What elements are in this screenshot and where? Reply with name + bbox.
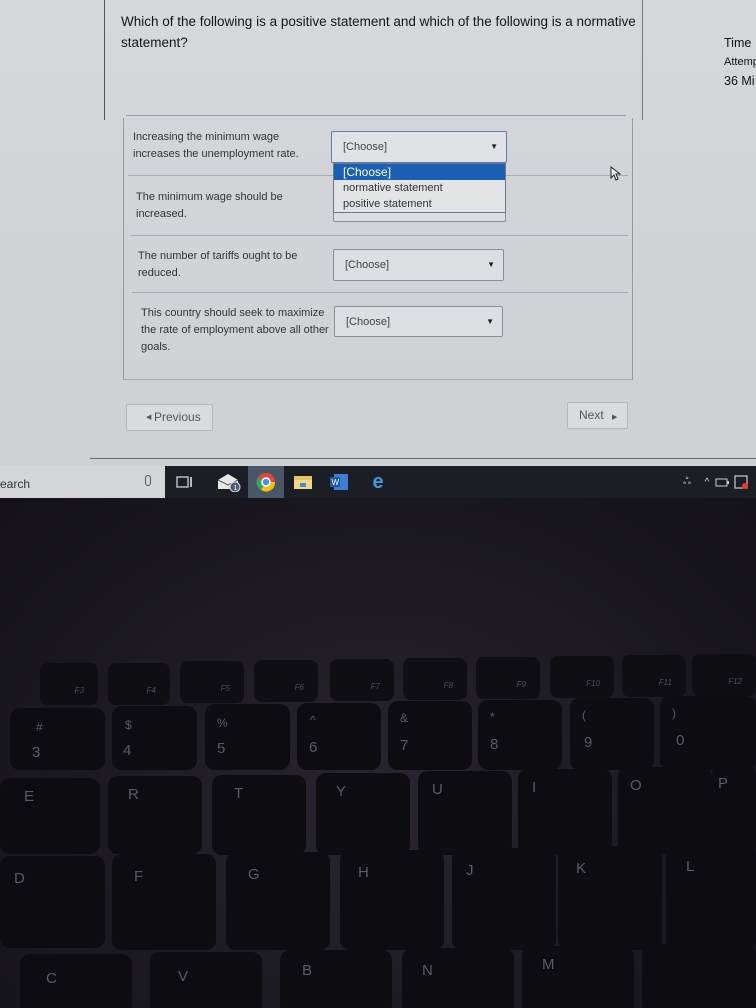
caret-down-icon: ▼ xyxy=(487,260,495,269)
search-text: earch xyxy=(0,477,31,491)
key-u: U xyxy=(418,771,512,855)
key-k: K xyxy=(558,846,662,950)
statement-label: This country should seek to maximize the… xyxy=(141,307,329,353)
word-icon[interactable]: W xyxy=(326,471,352,493)
select-value: [Choose] xyxy=(346,316,391,328)
key-l: L xyxy=(666,844,756,950)
page-border xyxy=(642,0,643,120)
chrome-icon[interactable] xyxy=(248,466,284,498)
key-f9: F9 xyxy=(476,657,540,699)
key-f: F xyxy=(112,854,216,950)
file-explorer-icon[interactable] xyxy=(290,471,316,493)
key-comma xyxy=(642,944,756,1008)
battery-icon[interactable] xyxy=(714,471,730,493)
select-value: [Choose] xyxy=(343,141,388,153)
key-f10: F10 xyxy=(550,656,614,698)
divider xyxy=(90,458,756,459)
key-g: G xyxy=(226,852,330,950)
chevron-up-icon[interactable]: ^ xyxy=(700,471,714,493)
statement-label: Increasing the minimum wage increases th… xyxy=(133,131,299,160)
caret-down-icon: ▼ xyxy=(490,142,498,151)
quiz-info-sidebar: Time Attemp 36 Mi xyxy=(724,34,756,91)
key-f4: F4 xyxy=(108,663,170,705)
divider xyxy=(130,235,628,236)
key-5: % 5 xyxy=(205,704,290,770)
divider xyxy=(126,115,626,116)
mouse-cursor-icon xyxy=(610,166,622,181)
key-f6: F6 xyxy=(254,660,318,702)
people-icon[interactable]: ஃ xyxy=(674,471,700,493)
select-value: [Choose] xyxy=(345,259,390,271)
next-button[interactable]: Next ▶ xyxy=(567,402,628,429)
internet-explorer-icon[interactable]: e xyxy=(365,471,391,493)
key-c: C xyxy=(20,954,132,1008)
key-6: ^ 6 xyxy=(297,703,381,770)
key-i: I xyxy=(518,769,612,855)
attempt-label: Attemp xyxy=(724,56,756,68)
answer-select[interactable]: [Choose] ▼ xyxy=(331,131,507,163)
key-o: O xyxy=(618,767,712,855)
dropdown-option[interactable]: [Choose] xyxy=(334,164,505,180)
previous-button[interactable]: ◀ Previous xyxy=(126,404,213,431)
taskbar-search-box[interactable]: earch xyxy=(0,466,165,498)
key-8: * 8 xyxy=(478,700,562,770)
caret-down-icon: ▼ xyxy=(486,317,494,326)
key-f11: F11 xyxy=(622,655,686,697)
key-f8: F8 xyxy=(403,658,467,700)
key-f5: F5 xyxy=(180,661,244,703)
windows-taskbar: earch 1 W e ஃ ^ xyxy=(0,466,756,498)
task-view-icon[interactable] xyxy=(172,471,198,493)
svg-text:1: 1 xyxy=(234,485,238,492)
page-border xyxy=(104,0,105,120)
dropdown-option[interactable]: positive statement xyxy=(334,196,505,212)
dropdown-options-list: [Choose] normative statement positive st… xyxy=(333,163,506,213)
key-p: P xyxy=(712,765,756,855)
key-y: Y xyxy=(316,773,410,855)
key-f7: F7 xyxy=(330,659,394,701)
key-n: N xyxy=(402,948,514,1008)
key-f12: F12 xyxy=(692,654,756,696)
statement-label: The minimum wage should be increased. xyxy=(136,191,283,220)
microphone-icon[interactable] xyxy=(145,475,151,486)
key-f3: F3 xyxy=(40,663,98,705)
key-b: B xyxy=(280,950,392,1008)
key-e: E xyxy=(0,778,100,854)
answer-select[interactable]: [Choose] ▼ xyxy=(333,249,504,281)
key-j: J xyxy=(452,848,556,950)
question-text: Which of the following is a positive sta… xyxy=(121,14,636,50)
key-0: ) 0 xyxy=(660,696,756,770)
key-v: V xyxy=(150,952,262,1008)
key-9: (9 xyxy=(570,698,654,770)
key-m: M xyxy=(522,946,634,1008)
next-label: Next xyxy=(579,408,604,422)
svg-text:W: W xyxy=(332,478,340,487)
caret-left-icon: ◀ xyxy=(146,414,152,421)
divider xyxy=(132,292,628,293)
caret-right-icon: ▶ xyxy=(612,414,618,421)
laptop-keyboard: F3 F4 F5 F6 F7 F8 F9 F10 F11 F12 #3 $4 %… xyxy=(0,498,756,1008)
browser-screen: Which of the following is a positive sta… xyxy=(0,0,756,466)
mail-icon[interactable]: 1 xyxy=(216,471,242,493)
time-label: Time xyxy=(724,36,752,50)
key-d: D xyxy=(0,856,105,948)
key-7: & 7 xyxy=(388,701,472,770)
dropdown-option[interactable]: normative statement xyxy=(334,180,505,196)
key-r: R xyxy=(108,776,202,854)
key-h: H xyxy=(340,850,444,950)
statement-label: The number of tariffs ought to be reduce… xyxy=(138,250,298,279)
minutes-label: 36 Mi xyxy=(724,74,755,88)
previous-label: Previous xyxy=(154,410,201,424)
notification-icon[interactable] xyxy=(732,471,750,493)
key-t: T xyxy=(212,775,306,855)
key-4: $4 xyxy=(112,706,197,770)
key-3: #3 xyxy=(10,708,105,770)
answer-select[interactable]: [Choose] ▼ xyxy=(334,306,503,337)
